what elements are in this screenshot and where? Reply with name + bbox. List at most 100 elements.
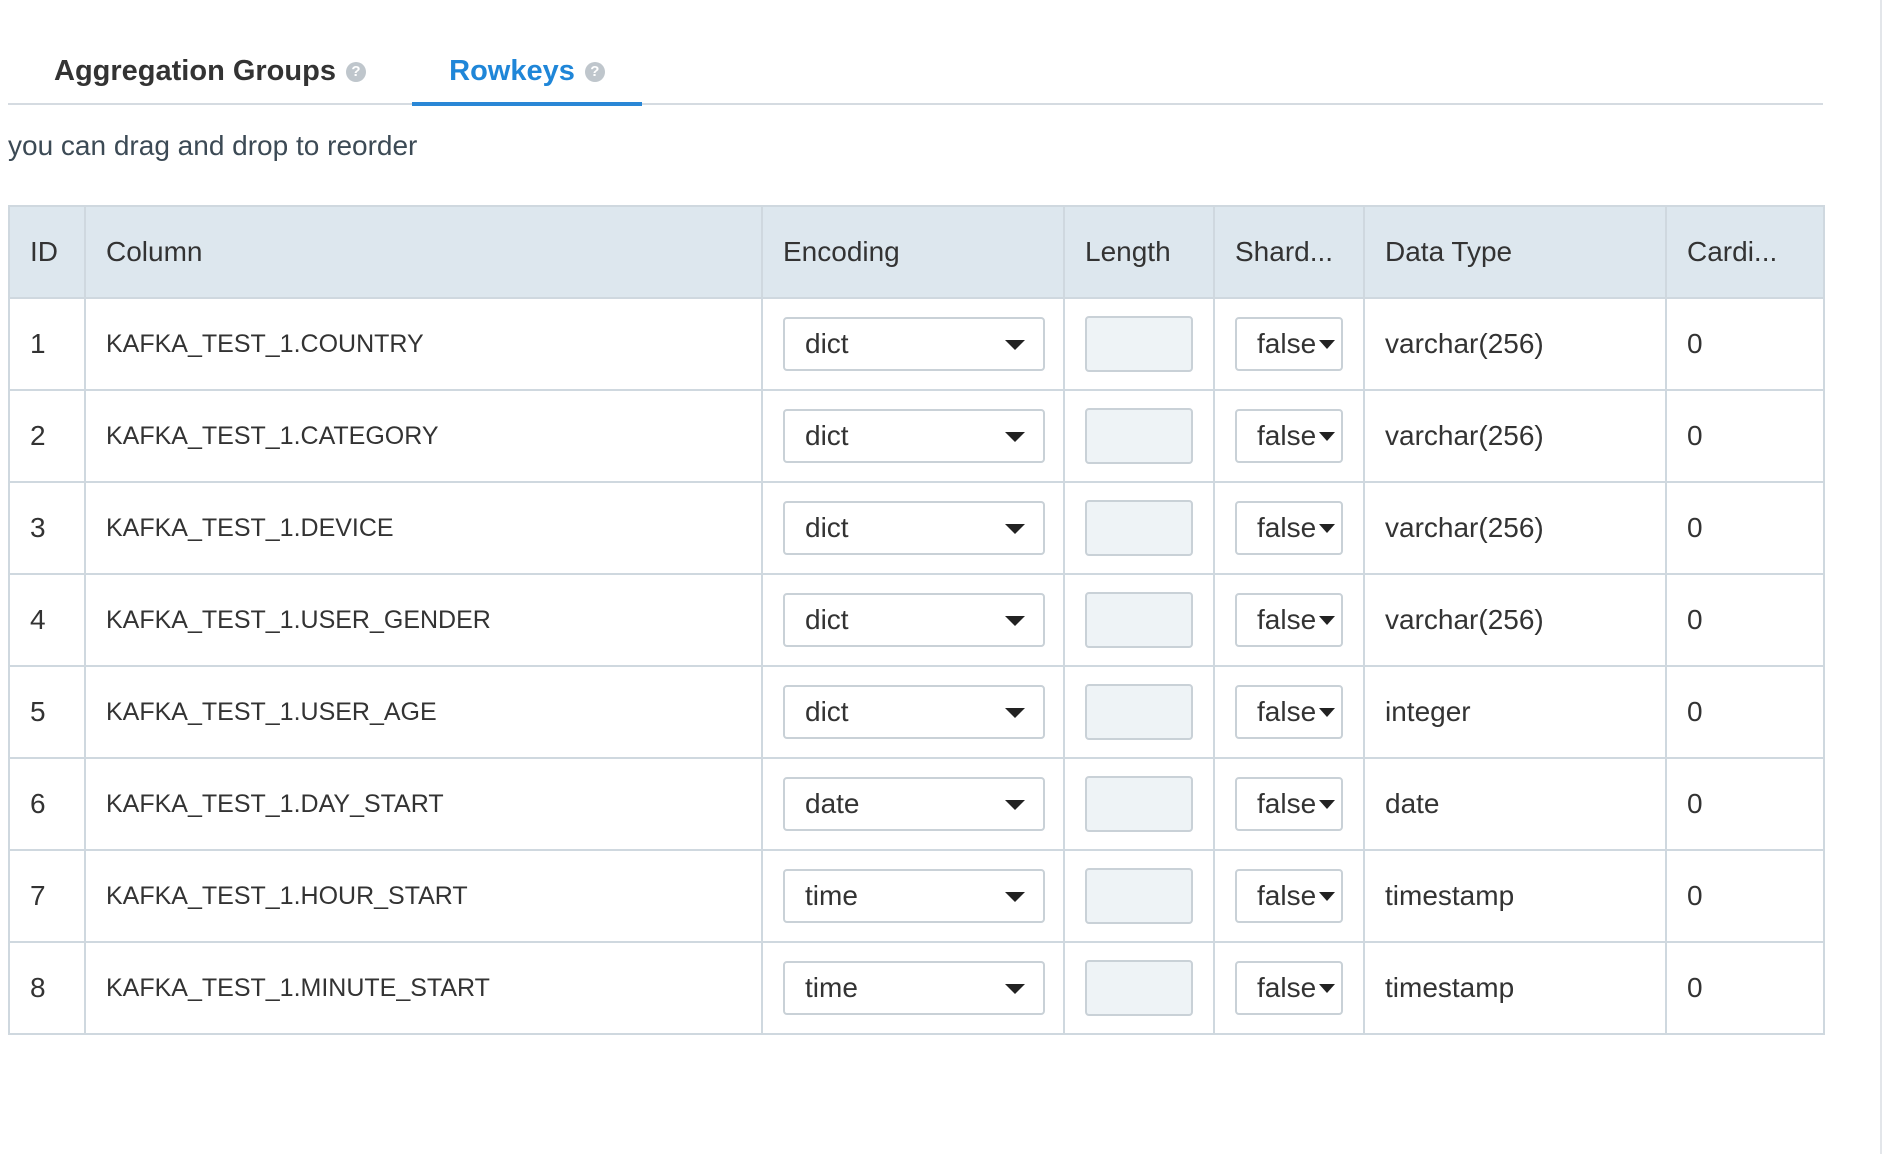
- length-cell: [1063, 941, 1215, 1035]
- column-name: KAFKA_TEST_1.CATEGORY: [84, 389, 763, 483]
- table-row[interactable]: 7 KAFKA_TEST_1.HOUR_START time false timesta…: [8, 849, 1825, 943]
- shard-cell: false: [1213, 849, 1365, 943]
- shard-value: false: [1257, 880, 1317, 911]
- header-cardinality[interactable]: Cardi...: [1665, 205, 1825, 299]
- tab-aggregation-groups[interactable]: Aggregation Groups ?: [8, 40, 412, 103]
- length-input[interactable]: [1085, 592, 1193, 648]
- table-row[interactable]: 6 KAFKA_TEST_1.DAY_START date false date 0: [8, 757, 1825, 851]
- shard-cell: false: [1213, 757, 1365, 851]
- cardinality: 0: [1665, 573, 1825, 667]
- table-row[interactable]: 1 KAFKA_TEST_1.COUNTRY dict false varchar(25…: [8, 297, 1825, 391]
- encoding-select[interactable]: dict: [783, 501, 1045, 555]
- shard-value: false: [1257, 788, 1317, 819]
- column-name: KAFKA_TEST_1.HOUR_START: [84, 849, 763, 943]
- caret-down-icon: [1005, 340, 1025, 350]
- length-input[interactable]: [1085, 500, 1193, 556]
- shard-select[interactable]: false: [1235, 869, 1343, 923]
- tab-rowkeys[interactable]: Rowkeys ?: [412, 40, 642, 106]
- length-input[interactable]: [1085, 684, 1193, 740]
- length-input[interactable]: [1085, 776, 1193, 832]
- rowkeys-panel: Aggregation Groups ? Rowkeys ? you can d…: [0, 0, 1894, 1154]
- data-type: varchar(256): [1363, 481, 1667, 575]
- encoding-select[interactable]: dict: [783, 593, 1045, 647]
- encoding-cell: dict: [761, 297, 1065, 391]
- header-length[interactable]: Length: [1063, 205, 1215, 299]
- shard-cell: false: [1213, 389, 1365, 483]
- encoding-cell: dict: [761, 573, 1065, 667]
- cardinality: 0: [1665, 665, 1825, 759]
- header-id[interactable]: ID: [8, 205, 86, 299]
- rowkeys-table: ID Column Encoding Length Shard... Data Type C…: [8, 205, 1825, 1035]
- shard-select[interactable]: false: [1235, 777, 1343, 831]
- shard-cell: false: [1213, 297, 1365, 391]
- column-name: KAFKA_TEST_1.USER_AGE: [84, 665, 763, 759]
- table-row[interactable]: 8 KAFKA_TEST_1.MINUTE_START time false times…: [8, 941, 1825, 1035]
- data-type: date: [1363, 757, 1667, 851]
- cardinality: 0: [1665, 389, 1825, 483]
- shard-select[interactable]: false: [1235, 317, 1343, 371]
- encoding-value: time: [805, 972, 858, 1003]
- header-column[interactable]: Column: [84, 205, 763, 299]
- shard-select[interactable]: false: [1235, 593, 1343, 647]
- table-body: 1 KAFKA_TEST_1.COUNTRY dict false varchar(25…: [8, 297, 1825, 1035]
- length-cell: [1063, 389, 1215, 483]
- rowkeys-table-container: ID Column Encoding Length Shard... Data Type C…: [8, 205, 1825, 1035]
- shard-value: false: [1257, 604, 1317, 635]
- cardinality: 0: [1665, 297, 1825, 391]
- encoding-select[interactable]: dict: [783, 409, 1045, 463]
- shard-select[interactable]: false: [1235, 501, 1343, 555]
- caret-down-icon: [1005, 524, 1025, 534]
- help-icon[interactable]: ?: [584, 61, 605, 82]
- length-cell: [1063, 573, 1215, 667]
- data-type: timestamp: [1363, 849, 1667, 943]
- header-shard[interactable]: Shard...: [1213, 205, 1365, 299]
- caret-down-icon: [1319, 432, 1335, 441]
- cardinality: 0: [1665, 757, 1825, 851]
- data-type: timestamp: [1363, 941, 1667, 1035]
- row-id: 8: [8, 941, 86, 1035]
- help-icon[interactable]: ?: [345, 61, 366, 82]
- table-row[interactable]: 2 KAFKA_TEST_1.CATEGORY dict false varchar(2…: [8, 389, 1825, 483]
- shard-value: false: [1257, 696, 1317, 727]
- cardinality: 0: [1665, 849, 1825, 943]
- length-cell: [1063, 481, 1215, 575]
- length-input[interactable]: [1085, 960, 1193, 1016]
- column-name: KAFKA_TEST_1.COUNTRY: [84, 297, 763, 391]
- encoding-select[interactable]: date: [783, 777, 1045, 831]
- column-name: KAFKA_TEST_1.USER_GENDER: [84, 573, 763, 667]
- length-input[interactable]: [1085, 316, 1193, 372]
- encoding-select[interactable]: time: [783, 869, 1045, 923]
- row-id: 7: [8, 849, 86, 943]
- column-name: KAFKA_TEST_1.MINUTE_START: [84, 941, 763, 1035]
- encoding-select[interactable]: time: [783, 961, 1045, 1015]
- column-name: KAFKA_TEST_1.DAY_START: [84, 757, 763, 851]
- length-cell: [1063, 297, 1215, 391]
- encoding-select[interactable]: dict: [783, 685, 1045, 739]
- encoding-value: dict: [805, 420, 849, 451]
- header-encoding[interactable]: Encoding: [761, 205, 1065, 299]
- encoding-value: dict: [805, 512, 849, 543]
- table-row[interactable]: 4 KAFKA_TEST_1.USER_GENDER dict false varcha…: [8, 573, 1825, 667]
- length-input[interactable]: [1085, 408, 1193, 464]
- length-cell: [1063, 757, 1215, 851]
- table-row[interactable]: 3 KAFKA_TEST_1.DEVICE dict false varchar(256…: [8, 481, 1825, 575]
- row-id: 5: [8, 665, 86, 759]
- table-row[interactable]: 5 KAFKA_TEST_1.USER_AGE dict false integer 0: [8, 665, 1825, 759]
- reorder-hint: you can drag and drop to reorder: [8, 130, 418, 161]
- caret-down-icon: [1319, 708, 1335, 717]
- caret-down-icon: [1005, 984, 1025, 994]
- shard-select[interactable]: false: [1235, 409, 1343, 463]
- encoding-select[interactable]: dict: [783, 317, 1045, 371]
- right-divider: [1880, 0, 1882, 1154]
- encoding-value: dict: [805, 328, 849, 359]
- shard-select[interactable]: false: [1235, 685, 1343, 739]
- row-id: 3: [8, 481, 86, 575]
- shard-cell: false: [1213, 573, 1365, 667]
- tab-bar: Aggregation Groups ? Rowkeys ?: [8, 40, 1823, 106]
- tab-label: Rowkeys: [449, 55, 575, 87]
- length-input[interactable]: [1085, 868, 1193, 924]
- header-data-type[interactable]: Data Type: [1363, 205, 1667, 299]
- shard-select[interactable]: false: [1235, 961, 1343, 1015]
- encoding-cell: dict: [761, 481, 1065, 575]
- shard-value: false: [1257, 328, 1317, 359]
